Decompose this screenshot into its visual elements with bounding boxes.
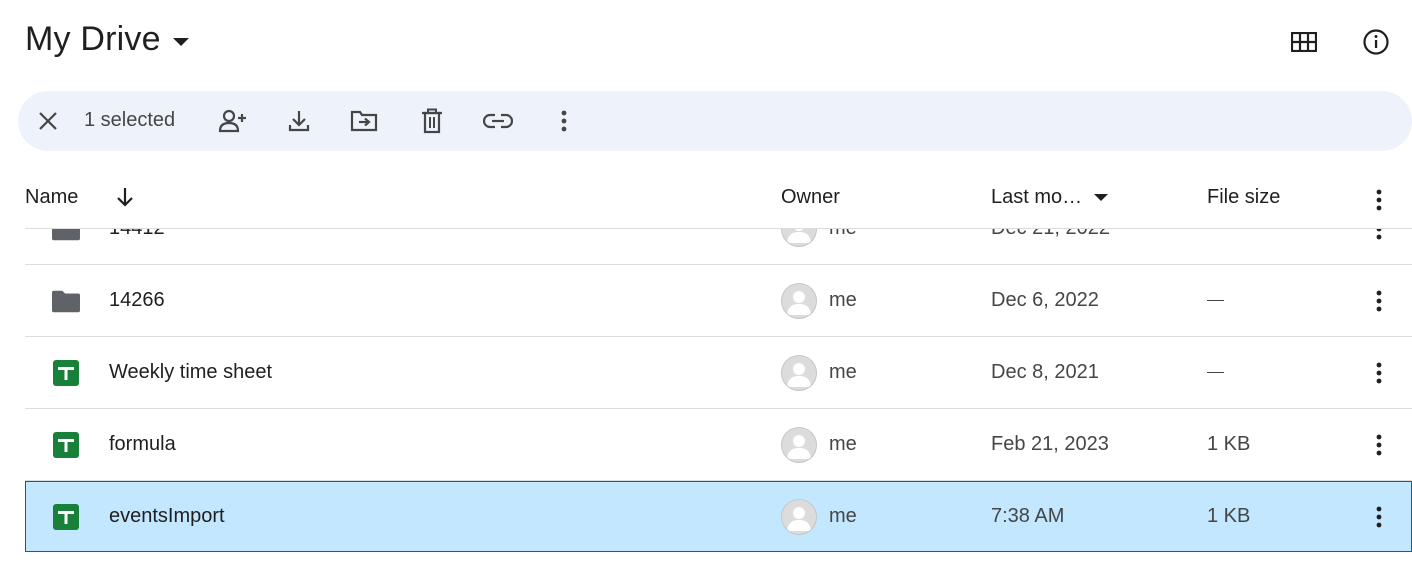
file-list: 14412 me Dec 21, 2022 14266 me Dec 6, 20…	[25, 229, 1412, 570]
file-size: 1 KB	[1207, 505, 1251, 527]
table-row[interactable]: 14412 me Dec 21, 2022	[25, 229, 1412, 265]
selection-toolbar: 1 selected	[18, 91, 1412, 151]
download-icon[interactable]	[283, 105, 315, 137]
column-label-file-size: File size	[1207, 186, 1281, 208]
column-header-last-modified[interactable]: Last mo…	[991, 186, 1109, 209]
caret-down-icon	[1094, 194, 1109, 201]
grid-view-icon[interactable]	[1288, 26, 1320, 58]
page-title: My Drive	[25, 20, 161, 58]
trash-icon[interactable]	[416, 105, 448, 137]
caret-down-icon[interactable]	[172, 37, 189, 46]
more-vert-icon[interactable]	[1363, 184, 1395, 216]
file-owner: me	[829, 361, 857, 383]
folder-icon	[52, 288, 80, 314]
drive-title-row[interactable]: My Drive	[25, 20, 189, 59]
column-header-owner[interactable]: Owner	[781, 186, 840, 209]
file-modified: 7:38 AM	[991, 505, 1065, 527]
link-icon[interactable]	[482, 105, 514, 137]
table-row[interactable]: Weekly time sheet me Dec 8, 2021	[25, 337, 1412, 409]
file-modified: Feb 21, 2023	[991, 433, 1109, 455]
file-modified: Dec 6, 2022	[991, 289, 1099, 311]
file-modified: Dec 8, 2021	[991, 361, 1099, 383]
file-list-header: Name Owner Last mo… File size	[25, 172, 1412, 229]
avatar	[781, 229, 817, 247]
column-label-name: Name	[25, 186, 79, 208]
file-name: 14412	[109, 229, 165, 264]
column-header-name[interactable]: Name	[25, 186, 78, 209]
file-name: formula	[109, 433, 176, 455]
google-sheets-icon	[52, 504, 80, 530]
more-vert-icon[interactable]	[1363, 501, 1395, 533]
table-row[interactable]: 14266 me Dec 6, 2022	[25, 265, 1412, 337]
file-owner: me	[829, 505, 857, 527]
column-label-owner: Owner	[781, 186, 840, 208]
file-name: Weekly time sheet	[109, 361, 273, 383]
share-add-person-icon[interactable]	[217, 105, 249, 137]
file-modified: Dec 21, 2022	[991, 229, 1110, 264]
file-size	[1207, 229, 1224, 264]
column-header-file-size[interactable]: File size	[1207, 186, 1280, 209]
more-vert-icon[interactable]	[1363, 429, 1395, 461]
more-vert-icon[interactable]	[1363, 285, 1395, 317]
info-icon[interactable]	[1360, 26, 1392, 58]
more-vert-icon[interactable]	[548, 105, 580, 137]
column-label-last-modified: Last mo…	[991, 186, 1083, 208]
file-name: 14266	[109, 289, 165, 311]
file-size: 1 KB	[1207, 433, 1251, 455]
sort-arrow-down-icon[interactable]	[115, 186, 135, 208]
close-icon[interactable]	[32, 105, 64, 137]
move-to-folder-icon[interactable]	[348, 105, 380, 137]
selected-count: 1 selected	[84, 109, 176, 131]
avatar	[781, 427, 817, 463]
file-size	[1207, 337, 1224, 408]
more-vert-icon[interactable]	[1363, 229, 1395, 245]
avatar	[781, 499, 817, 535]
table-row-selected[interactable]: eventsImport me 7:38 AM 1 KB	[25, 481, 1412, 552]
google-sheets-icon	[52, 432, 80, 458]
file-name: eventsImport	[109, 505, 225, 527]
file-owner: me	[829, 433, 857, 455]
google-sheets-icon	[52, 360, 80, 386]
folder-icon	[52, 229, 80, 242]
view-controls	[1288, 26, 1392, 58]
table-row[interactable]: formula me Feb 21, 2023 1 KB	[25, 409, 1412, 481]
file-owner: me	[829, 289, 857, 311]
avatar	[781, 283, 817, 319]
file-owner: me	[829, 229, 857, 264]
avatar	[781, 355, 817, 391]
file-size	[1207, 265, 1224, 336]
more-vert-icon[interactable]	[1363, 357, 1395, 389]
